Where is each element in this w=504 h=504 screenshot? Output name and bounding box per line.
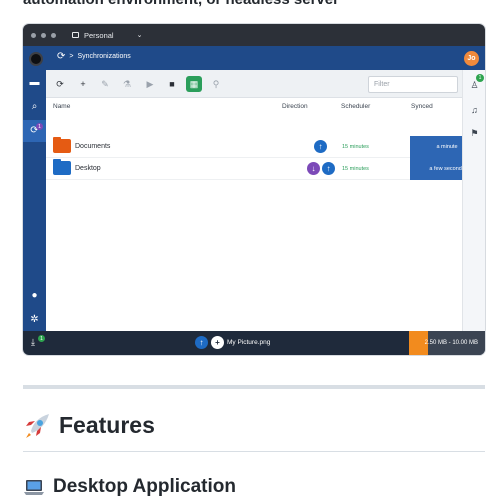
download-icon[interactable]: ⤓ bbox=[31, 337, 35, 348]
table-row[interactable]: Desktop ↓ ↑ 15 minutes a few seconds bbox=[46, 158, 484, 180]
folder-icon bbox=[53, 137, 71, 153]
profile-tab-label: Personal bbox=[84, 30, 114, 40]
rocket-icon bbox=[26, 413, 49, 438]
row-name: Documents bbox=[75, 143, 111, 150]
transfer-status[interactable]: ↑ + My Picture.png bbox=[195, 336, 270, 349]
sidebar-badge: 1 bbox=[36, 123, 43, 130]
add-button[interactable]: + bbox=[75, 76, 91, 92]
search-icon[interactable]: ⌕ bbox=[28, 100, 41, 113]
chevron-down-icon: ⌄ bbox=[136, 32, 143, 39]
window-titlebar: Personal ⌄ bbox=[23, 24, 485, 46]
folder-icon bbox=[53, 159, 71, 175]
status-bar: ⤓ 1 ↑ + My Picture.png 2.50 MB - 10.00 M… bbox=[23, 331, 485, 355]
filter-input[interactable]: Filter bbox=[368, 76, 458, 93]
window-close-dot[interactable] bbox=[31, 33, 36, 38]
column-header-name[interactable]: Name bbox=[53, 103, 70, 110]
edit-button[interactable]: ✎ bbox=[97, 76, 113, 92]
download-arrow-icon: ↓ bbox=[307, 162, 320, 175]
row-scheduler: 15 minutes bbox=[342, 144, 369, 150]
flag-icon[interactable]: ⚑ bbox=[469, 128, 480, 139]
refresh-button[interactable]: ⟳ bbox=[52, 76, 68, 92]
table-row[interactable]: Documents ↑ 15 minutes a minute bbox=[46, 136, 484, 158]
column-header-direction[interactable]: Direction bbox=[282, 103, 308, 110]
features-heading: Features bbox=[23, 412, 155, 439]
test-button[interactable]: ⚗ bbox=[119, 76, 135, 92]
breadcrumb-label[interactable]: Synchronizations bbox=[77, 53, 130, 60]
app-header: ⟳ > Synchronizations Jo bbox=[23, 46, 485, 70]
user-icon[interactable]: ● bbox=[28, 289, 41, 302]
profile-tab[interactable]: Personal ⌄ bbox=[72, 24, 154, 46]
quota-bar: 2.50 MB - 10.00 MB bbox=[409, 331, 485, 355]
upload-arrow-icon: ↑ bbox=[314, 140, 327, 153]
readme-page: automation environment, or headless serv… bbox=[0, 0, 504, 504]
play-button[interactable]: ▶ bbox=[142, 76, 158, 92]
gear-icon[interactable]: ✲ bbox=[28, 313, 41, 326]
window-maximize-dot[interactable] bbox=[51, 33, 56, 38]
quota-label: 2.50 MB - 10.00 MB bbox=[424, 340, 478, 346]
sidebar: ▬ ⌕ ⟳ 1 ● ✲ bbox=[23, 70, 46, 331]
section-divider bbox=[23, 385, 485, 389]
desktop-heading-text: Desktop Application bbox=[53, 476, 236, 497]
bell-icon[interactable]: ♫ bbox=[469, 104, 480, 115]
upload-arrow-icon: ↑ bbox=[195, 336, 208, 349]
sync-list-panel: ⟳ + ✎ ⚗ ▶ ■ ▦ ⚲ Filter Name Direction Sc… bbox=[46, 70, 484, 331]
column-header-synced[interactable]: Synced bbox=[411, 103, 433, 110]
app-logo bbox=[29, 52, 43, 66]
row-name: Desktop bbox=[75, 165, 101, 172]
heading-rule bbox=[23, 451, 485, 452]
column-header-scheduler[interactable]: Scheduler bbox=[341, 103, 370, 110]
transfer-file-name: My Picture.png bbox=[227, 339, 271, 346]
status-badge: 1 bbox=[38, 335, 45, 342]
upload-arrow-icon: ↑ bbox=[322, 162, 335, 175]
breadcrumb: ⟳ > Synchronizations bbox=[57, 51, 131, 62]
window-icon bbox=[72, 32, 79, 38]
table-header: Name Direction Scheduler Synced bbox=[46, 98, 462, 116]
desktop-heading: Desktop Application bbox=[23, 476, 236, 498]
sync-icon: ⟳ bbox=[57, 51, 66, 62]
plus-icon: + bbox=[211, 336, 224, 349]
laptop-icon bbox=[24, 480, 44, 495]
window-minimize-dot[interactable] bbox=[41, 33, 46, 38]
schedule-button[interactable]: ▦ bbox=[186, 76, 202, 92]
row-scheduler: 15 minutes bbox=[342, 166, 369, 172]
location-button[interactable]: ⚲ bbox=[208, 76, 224, 92]
toolbar: ⟳ + ✎ ⚗ ▶ ■ ▦ ⚲ Filter bbox=[46, 70, 462, 98]
avatar[interactable]: Jo bbox=[464, 51, 479, 66]
rightbar-badge: 1 bbox=[476, 74, 484, 82]
app-screenshot: Personal ⌄ ⟳ > Synchronizations Jo ▬ ⌕ ⟳… bbox=[23, 24, 485, 355]
cut-off-text: automation environment, or headless serv… bbox=[23, 0, 339, 8]
right-toolbar: ♙ 1 ♫ ⚑ bbox=[462, 70, 485, 331]
breadcrumb-separator: > bbox=[69, 53, 74, 60]
stop-button[interactable]: ■ bbox=[164, 76, 180, 92]
folder-icon[interactable]: ▬ bbox=[28, 76, 41, 89]
features-heading-text: Features bbox=[59, 412, 155, 438]
